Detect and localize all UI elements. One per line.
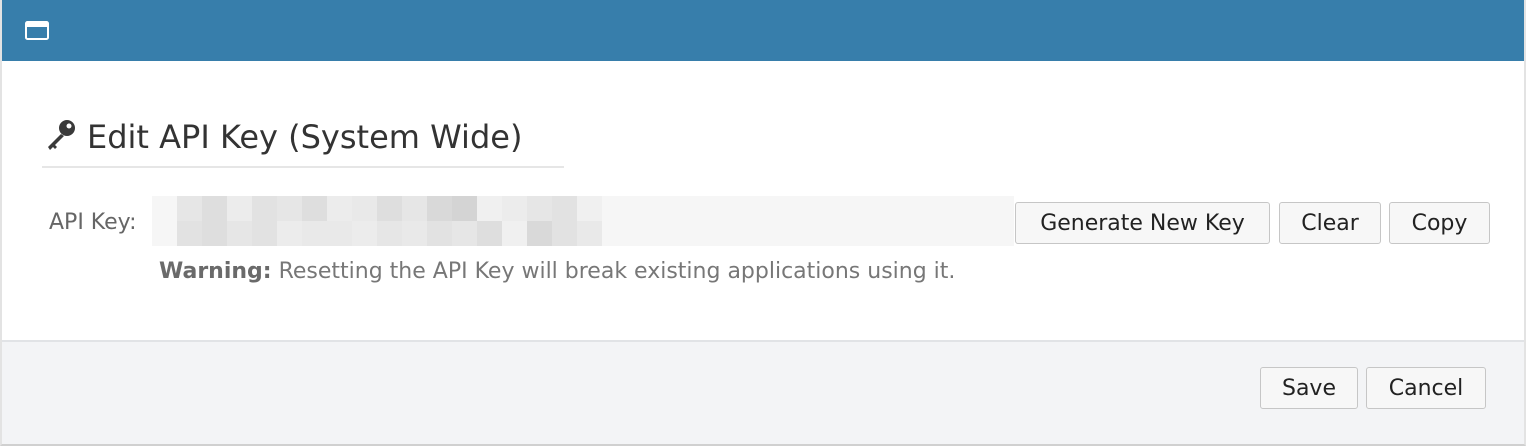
redacted-key-block: [302, 196, 327, 221]
redacted-key-block: [202, 196, 227, 221]
warning-label: Warning:: [159, 259, 272, 284]
redacted-key-block: [552, 196, 577, 221]
api-key-label: API Key:: [49, 210, 137, 235]
redacted-key-block: [327, 196, 352, 221]
redacted-key-block: [402, 196, 427, 221]
redacted-key-block: [377, 221, 402, 246]
warning-message: Warning: Resetting the API Key will brea…: [159, 257, 955, 287]
generate-new-key-button[interactable]: Generate New Key: [1015, 202, 1270, 244]
redacted-key-block: [452, 221, 477, 246]
dialog-titlebar: [2, 0, 1524, 61]
redacted-key-block: [277, 221, 302, 246]
redacted-key-block: [327, 221, 352, 246]
redacted-key-block: [502, 196, 527, 221]
redacted-key-block: [202, 221, 227, 246]
redacted-key-block: [477, 221, 502, 246]
redacted-key-block: [427, 221, 452, 246]
clear-button[interactable]: Clear: [1279, 202, 1381, 244]
redacted-key-block: [352, 196, 377, 221]
redacted-key-block: [227, 221, 252, 246]
window-icon: [25, 21, 49, 40]
warning-text: Resetting the API Key will break existin…: [271, 259, 956, 284]
cancel-button[interactable]: Cancel: [1366, 367, 1486, 409]
redacted-key-block: [527, 221, 552, 246]
redacted-key-block: [502, 221, 527, 246]
dialog-heading: Edit API Key (System Wide): [42, 114, 564, 168]
redacted-key-block: [352, 221, 377, 246]
api-key-field[interactable]: [152, 196, 1014, 246]
page-title: Edit API Key (System Wide): [87, 118, 523, 156]
redacted-key-block: [252, 221, 277, 246]
redacted-key-block: [177, 221, 202, 246]
dialog-content: Edit API Key (System Wide) API Key: Gene…: [2, 61, 1524, 340]
redacted-key-block: [527, 196, 552, 221]
redacted-key-block: [252, 196, 277, 221]
dialog-footer: Save Cancel: [2, 340, 1524, 444]
edit-api-key-dialog: Edit API Key (System Wide) API Key: Gene…: [0, 0, 1526, 446]
redacted-key-block: [577, 196, 602, 221]
redacted-key-block: [227, 196, 252, 221]
redacted-key-block: [452, 196, 477, 221]
redacted-key-block: [427, 196, 452, 221]
redacted-key-block: [477, 196, 502, 221]
redacted-key-block: [277, 196, 302, 221]
redacted-key-block: [177, 196, 202, 221]
copy-button[interactable]: Copy: [1389, 202, 1490, 244]
redacted-key-block: [552, 221, 577, 246]
save-button[interactable]: Save: [1260, 367, 1358, 409]
redacted-key-block: [402, 221, 427, 246]
redacted-key-block: [377, 196, 402, 221]
redacted-key-block: [577, 221, 602, 246]
redacted-key-block: [302, 221, 327, 246]
key-icon: [48, 120, 75, 150]
